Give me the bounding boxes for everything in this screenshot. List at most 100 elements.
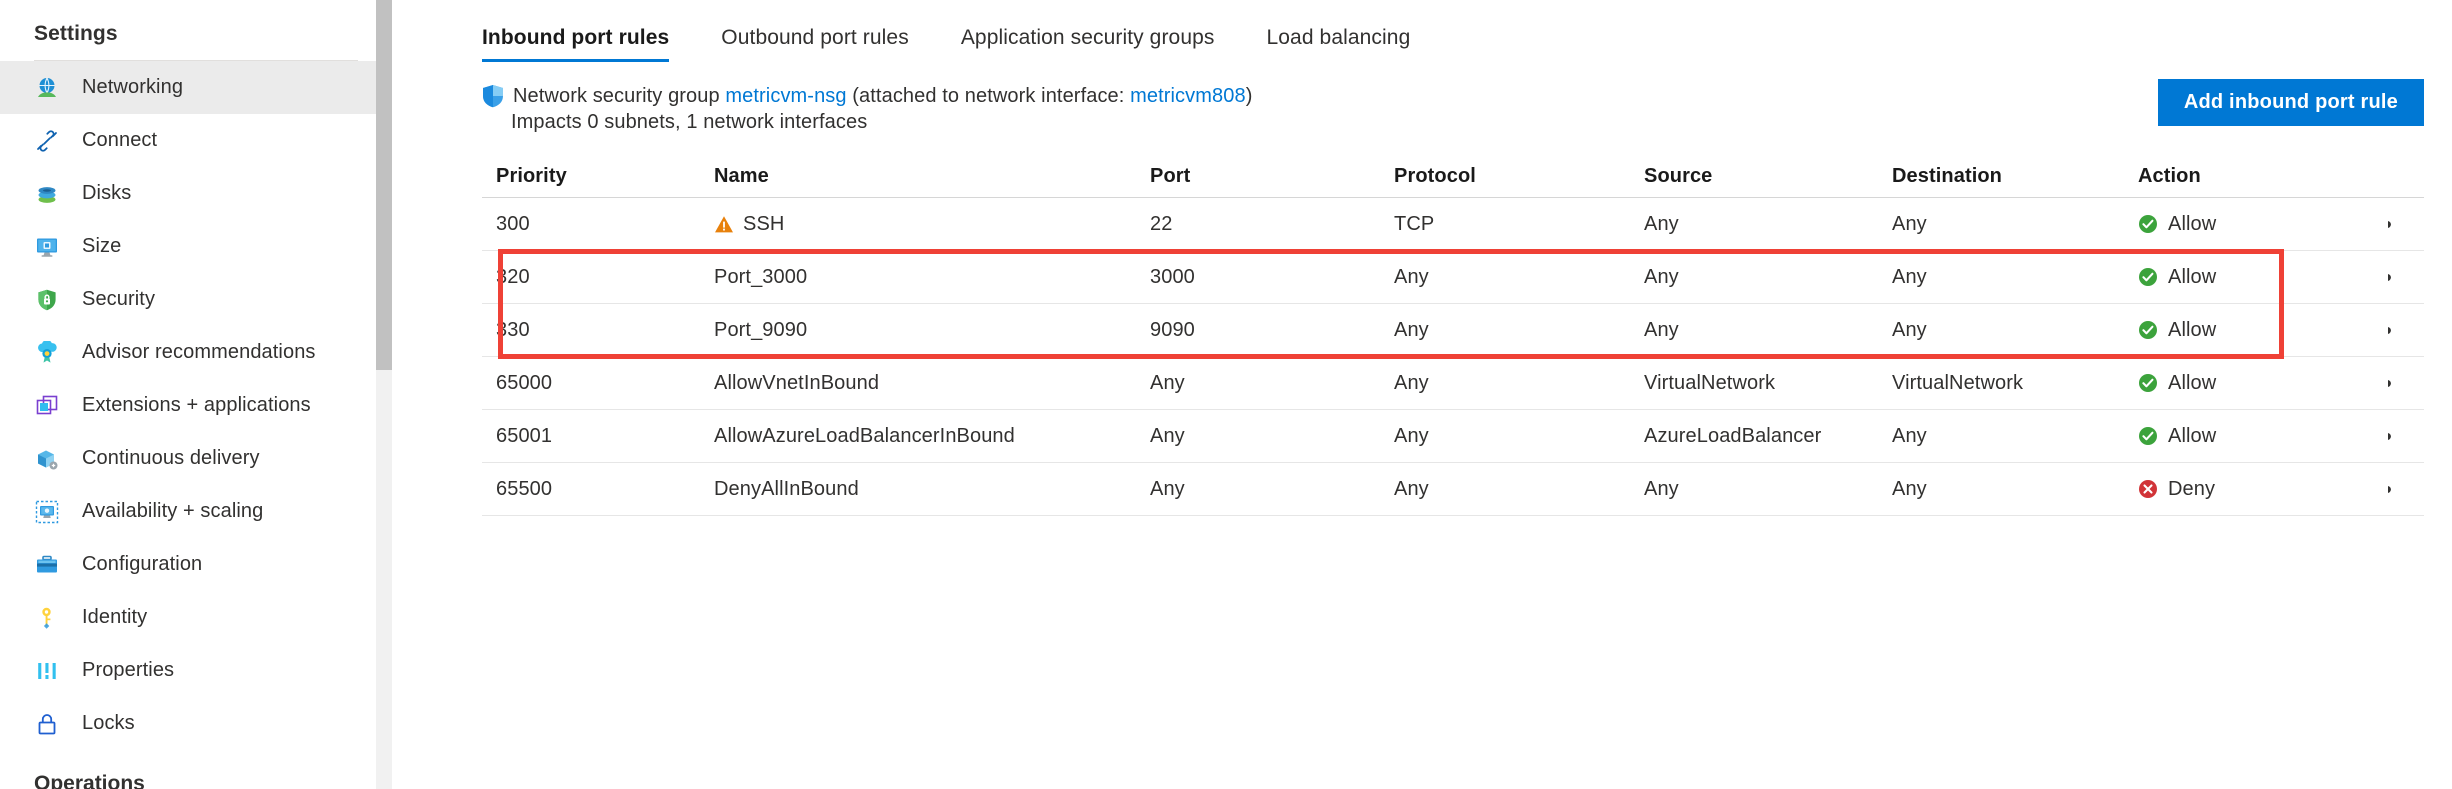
- tab-inbound-port-rules[interactable]: Inbound port rules: [482, 26, 670, 62]
- cell-name: SSH: [714, 213, 1150, 236]
- cell-destination: Any: [1892, 212, 1927, 235]
- sidebar-item-label: Identity: [82, 606, 148, 628]
- cell-action: Deny: [2138, 478, 2388, 501]
- cell-priority: 300: [496, 212, 530, 235]
- cell-name: AllowAzureLoadBalancerInBound: [714, 425, 1150, 448]
- cell-protocol: Any: [1394, 265, 1429, 288]
- row-context-menu-button[interactable]: •••: [2388, 480, 2400, 498]
- cell-protocol: Any: [1394, 371, 1429, 394]
- sidebar-item-label: Configuration: [82, 553, 203, 575]
- cell-action: Allow: [2138, 213, 2388, 236]
- column-header-priority[interactable]: Priority: [482, 165, 714, 188]
- column-header-protocol[interactable]: Protocol: [1394, 165, 1644, 188]
- cell-priority: 65500: [496, 477, 553, 500]
- allow-check-icon: [2139, 215, 2157, 233]
- cell-row-menu: •••: [2388, 321, 2424, 339]
- sidebar-item-availability-scaling[interactable]: Availability + scaling: [0, 485, 392, 538]
- rule-action-label: Allow: [2168, 318, 2217, 341]
- networking-icon: [34, 75, 60, 101]
- sidebar-item-extensions-applications[interactable]: Extensions + applications: [0, 379, 392, 432]
- nsg-name-link[interactable]: metricvm-nsg: [725, 85, 846, 108]
- rule-name-label: Port_3000: [714, 265, 808, 288]
- cell-row-menu: •••: [2388, 268, 2424, 286]
- sidebar-item-networking[interactable]: Networking: [0, 61, 392, 114]
- tab-outbound-port-rules[interactable]: Outbound port rules: [721, 26, 909, 62]
- sidebar-item-identity[interactable]: Identity: [0, 591, 392, 644]
- sidebar-item-label: Locks: [82, 712, 135, 734]
- warning-triangle-icon: [715, 215, 733, 232]
- sidebar-item-label: Security: [82, 288, 156, 310]
- sidebar-scrollbar-thumb[interactable]: [376, 0, 392, 370]
- column-header-port[interactable]: Port: [1150, 165, 1394, 188]
- nsg-impacts-label: Impacts 0 subnets, 1 network interfaces: [511, 111, 868, 133]
- nsg-attached-prefix-label: (attached to network interface:: [852, 84, 1125, 107]
- column-header-action[interactable]: Action: [2138, 165, 2388, 188]
- properties-icon: [34, 658, 60, 684]
- sidebar-item-security[interactable]: Security: [0, 273, 392, 326]
- cell-port: 3000: [1150, 265, 1195, 288]
- cell-row-menu: •••: [2388, 374, 2424, 392]
- cell-priority: 330: [496, 318, 530, 341]
- networking-main-panel: Inbound port rules Outbound port rules App…: [416, 0, 2452, 789]
- table-row[interactable]: 330 Port_9090 9090 Any Any Any Allow •••: [482, 304, 2424, 357]
- row-context-menu-button[interactable]: •••: [2388, 268, 2400, 286]
- sidebar-scrollbar-track[interactable]: [376, 0, 392, 789]
- rule-name-label: AllowAzureLoadBalancerInBound: [714, 424, 1015, 447]
- sidebar-title: Settings: [34, 22, 118, 45]
- sidebar-item-label: Availability + scaling: [82, 500, 264, 522]
- continuous-delivery-icon: [34, 446, 60, 472]
- column-header-destination[interactable]: Destination: [1892, 165, 2138, 188]
- sidebar-item-connect[interactable]: Connect: [0, 114, 392, 167]
- inbound-port-rules-table: Priority Name Port Protocol Source Desti…: [482, 156, 2424, 516]
- sidebar-item-label: Continuous delivery: [82, 447, 260, 469]
- table-row[interactable]: 320 Port_3000 3000 Any Any Any Allow •••: [482, 251, 2424, 304]
- table-row[interactable]: 65001 AllowAzureLoadBalancerInBound Any Any…: [482, 410, 2424, 463]
- rule-name-label: AllowVnetInBound: [714, 371, 880, 394]
- sidebar-item-locks[interactable]: Locks: [0, 697, 392, 750]
- row-context-menu-button[interactable]: •••: [2388, 321, 2400, 339]
- tab-bar: Inbound port rules Outbound port rules App…: [416, 0, 2452, 62]
- row-context-menu-button[interactable]: •••: [2388, 215, 2400, 233]
- sidebar-item-label: Networking: [82, 76, 184, 98]
- add-inbound-port-rule-button[interactable]: Add inbound port rule: [2157, 79, 2424, 126]
- nsg-prefix-label: Network security group: [513, 84, 720, 107]
- cell-action: Allow: [2138, 266, 2388, 289]
- nsg-summary-bar: Network security group metricvm-nsg (att…: [416, 62, 2452, 136]
- column-header-source[interactable]: Source: [1644, 165, 1892, 188]
- cell-port: Any: [1150, 477, 1185, 500]
- table-row[interactable]: 65000 AllowVnetInBound Any Any VirtualNetwor…: [482, 357, 2424, 410]
- table-row[interactable]: 300 SSH 22 TCP Any Any Allow •••: [482, 198, 2424, 251]
- sidebar-item-size[interactable]: Size: [0, 220, 392, 273]
- network-interface-link[interactable]: metricvm808: [1130, 85, 1246, 108]
- sidebar-item-properties[interactable]: Properties: [0, 644, 392, 697]
- cell-port: 9090: [1150, 318, 1195, 341]
- tab-load-balancing[interactable]: Load balancing: [1267, 26, 1411, 62]
- rule-action-label: Allow: [2168, 424, 2217, 447]
- configuration-icon: [34, 552, 60, 578]
- sidebar-item-advisor-recommendations[interactable]: Advisor recommendations: [0, 326, 392, 379]
- sidebar-item-continuous-delivery[interactable]: Continuous delivery: [0, 432, 392, 485]
- table-header-row: Priority Name Port Protocol Source Desti…: [482, 156, 2424, 198]
- column-header-name[interactable]: Name: [714, 165, 1150, 188]
- cell-source: Any: [1644, 477, 1679, 500]
- cell-destination: Any: [1892, 265, 1927, 288]
- nsg-title-line: Network security group metricvm-nsg (att…: [482, 84, 2452, 108]
- row-context-menu-button[interactable]: •••: [2388, 374, 2400, 392]
- rule-action-label: Allow: [2168, 265, 2217, 288]
- cell-source: VirtualNetwork: [1644, 371, 1776, 394]
- sidebar-group-heading-operations: Operations: [34, 772, 145, 789]
- sidebar-item-label: Disks: [82, 182, 132, 204]
- tab-application-security-groups[interactable]: Application security groups: [961, 26, 1215, 62]
- identity-key-icon: [34, 605, 60, 631]
- sidebar-item-configuration[interactable]: Configuration: [0, 538, 392, 591]
- row-context-menu-button[interactable]: •••: [2388, 427, 2400, 445]
- table-row[interactable]: 65500 DenyAllInBound Any Any Any Any Deny •••: [482, 463, 2424, 516]
- cell-action: Allow: [2138, 372, 2388, 395]
- cell-priority: 65000: [496, 371, 553, 394]
- cell-source: Any: [1644, 318, 1679, 341]
- cell-name: DenyAllInBound: [714, 478, 1150, 501]
- security-shield-icon: [34, 287, 60, 313]
- rule-name-label: SSH: [743, 212, 785, 235]
- sidebar-item-disks[interactable]: Disks: [0, 167, 392, 220]
- cell-destination: Any: [1892, 477, 1927, 500]
